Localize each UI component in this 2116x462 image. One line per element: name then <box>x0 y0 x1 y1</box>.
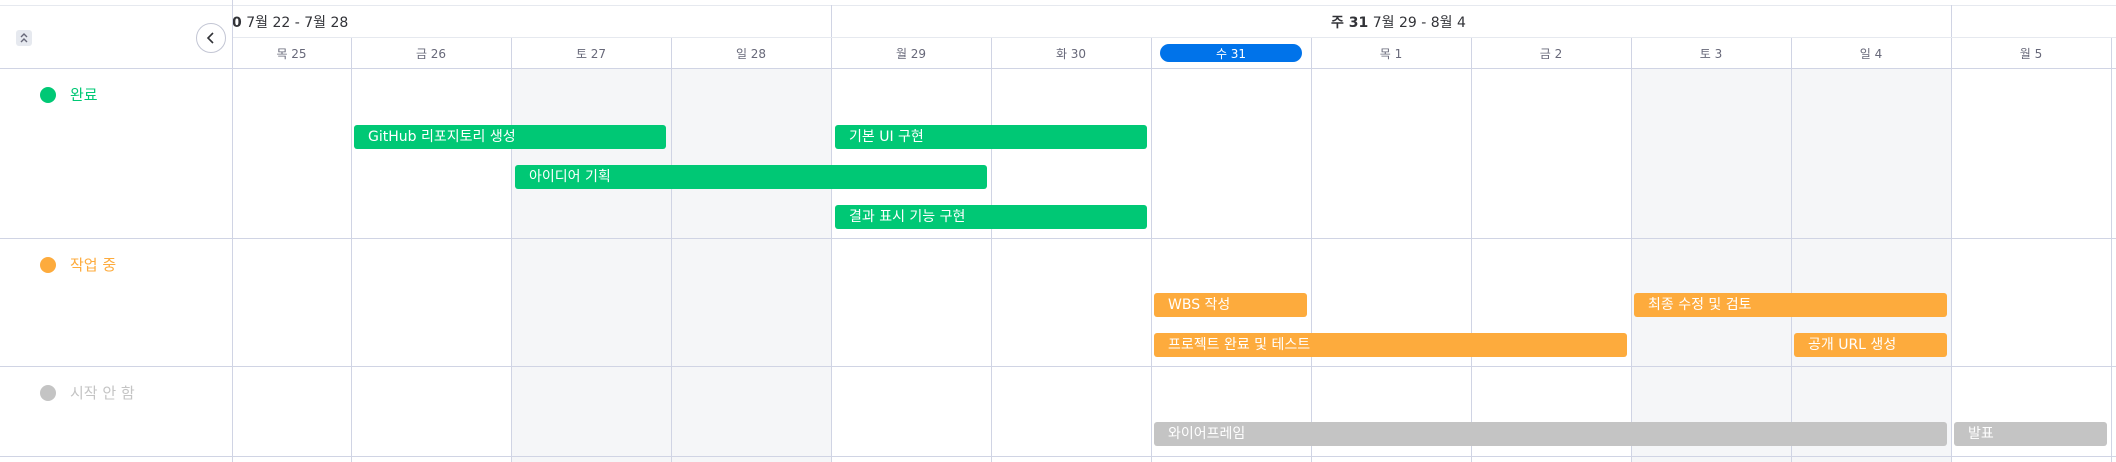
group-title-working[interactable]: 작업 중 <box>40 254 116 275</box>
day-header: 금 26 <box>415 46 447 61</box>
status-dot <box>40 86 56 103</box>
group-separator <box>232 456 2116 457</box>
day-header: 일 28 <box>735 46 767 61</box>
day-header: 월 29 <box>895 46 927 61</box>
panel-group-separator <box>0 456 232 457</box>
day-header: 목 1 <box>1379 46 1403 61</box>
collapse-all-icon[interactable] <box>16 30 32 46</box>
grid-line <box>831 38 832 462</box>
task-bar[interactable]: 프로젝트 완료 및 테스트 <box>1154 333 1627 357</box>
grid-line <box>351 38 352 462</box>
chevron-left-icon <box>206 32 214 44</box>
day-header: 토 3 <box>1699 46 1723 61</box>
collapse-panel-button[interactable] <box>196 23 226 53</box>
day-header: 월 5 <box>2019 46 2043 61</box>
status-dot <box>40 256 56 273</box>
group-separator <box>232 366 2116 367</box>
grid-line <box>1631 38 1632 462</box>
day-header: 일 4 <box>1859 46 1883 61</box>
panel-group-separator <box>0 238 232 239</box>
grid-line <box>2111 38 2112 462</box>
day-header: 토 27 <box>575 46 607 61</box>
task-bar[interactable]: 결과 표시 기능 구현 <box>835 205 1147 229</box>
task-bar[interactable]: 아이디어 기획 <box>515 165 987 189</box>
day-header: 목 25 <box>276 46 307 61</box>
task-bar[interactable]: 기본 UI 구현 <box>835 125 1147 149</box>
group-label: 시작 안 함 <box>70 384 135 402</box>
status-dot <box>40 384 56 401</box>
group-separator <box>232 238 2116 239</box>
group-label: 작업 중 <box>70 256 117 274</box>
grid-line <box>1791 38 1792 462</box>
panel-top-border <box>0 0 232 6</box>
task-bar[interactable]: 최종 수정 및 검토 <box>1634 293 1947 317</box>
task-bar[interactable]: 공개 URL 생성 <box>1794 333 1947 357</box>
day-header: 화 30 <box>1055 46 1087 61</box>
panel-group-separator <box>0 366 232 367</box>
group-title-done[interactable]: 완료 <box>40 84 98 105</box>
grid-line <box>671 38 672 462</box>
week-label-1: 0 7월 22 - 7월 28 <box>232 15 349 31</box>
day-header: 금 2 <box>1539 46 1563 61</box>
today-badge: 수 31 <box>1160 44 1302 62</box>
week-separator <box>1951 5 1952 37</box>
task-bar[interactable]: 와이어프레임 <box>1154 422 1947 446</box>
grid-line <box>511 38 512 462</box>
grid-line <box>1471 38 1472 462</box>
panel-header-border <box>0 68 232 69</box>
group-title-not-started[interactable]: 시작 안 함 <box>40 382 135 403</box>
grid-line <box>991 38 992 462</box>
group-label: 완료 <box>70 86 98 104</box>
day-header-today: 수 31 <box>1151 38 1311 68</box>
task-bar[interactable]: 발표 <box>1954 422 2107 446</box>
grid-line <box>1951 38 1952 462</box>
task-bar[interactable]: WBS 작성 <box>1154 293 1307 317</box>
week-separator <box>831 5 832 37</box>
task-bar[interactable]: GitHub 리포지토리 생성 <box>354 125 666 149</box>
grid-line <box>1311 38 1312 462</box>
grid-line <box>1151 38 1152 462</box>
week-label-2: 주 31 7월 29 - 8월 4 <box>1331 15 1466 31</box>
